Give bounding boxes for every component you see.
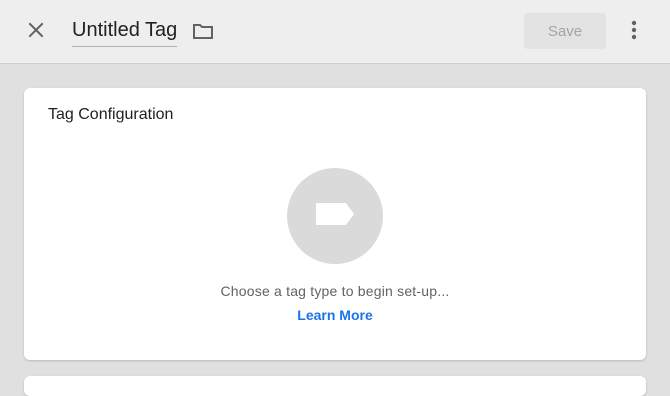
close-icon [28, 22, 44, 43]
top-bar: Untitled Tag Save [0, 0, 670, 64]
save-button[interactable]: Save [524, 13, 606, 49]
more-vert-icon [631, 20, 637, 45]
more-options-button[interactable] [620, 14, 648, 50]
tag-icon [314, 201, 356, 232]
learn-more-link[interactable]: Learn More [24, 307, 646, 323]
close-button[interactable] [18, 14, 54, 50]
folder-button[interactable] [188, 18, 218, 48]
choose-tag-type-button[interactable] [287, 168, 383, 264]
folder-icon [192, 22, 214, 45]
choose-tag-prompt: Choose a tag type to begin set-up... [220, 283, 450, 299]
tag-configuration-card: Tag Configuration Choose a tag type to b… [24, 88, 646, 360]
card-title: Tag Configuration [48, 106, 174, 123]
triggering-card [24, 376, 646, 396]
tag-name-field[interactable]: Untitled Tag [72, 18, 178, 47]
